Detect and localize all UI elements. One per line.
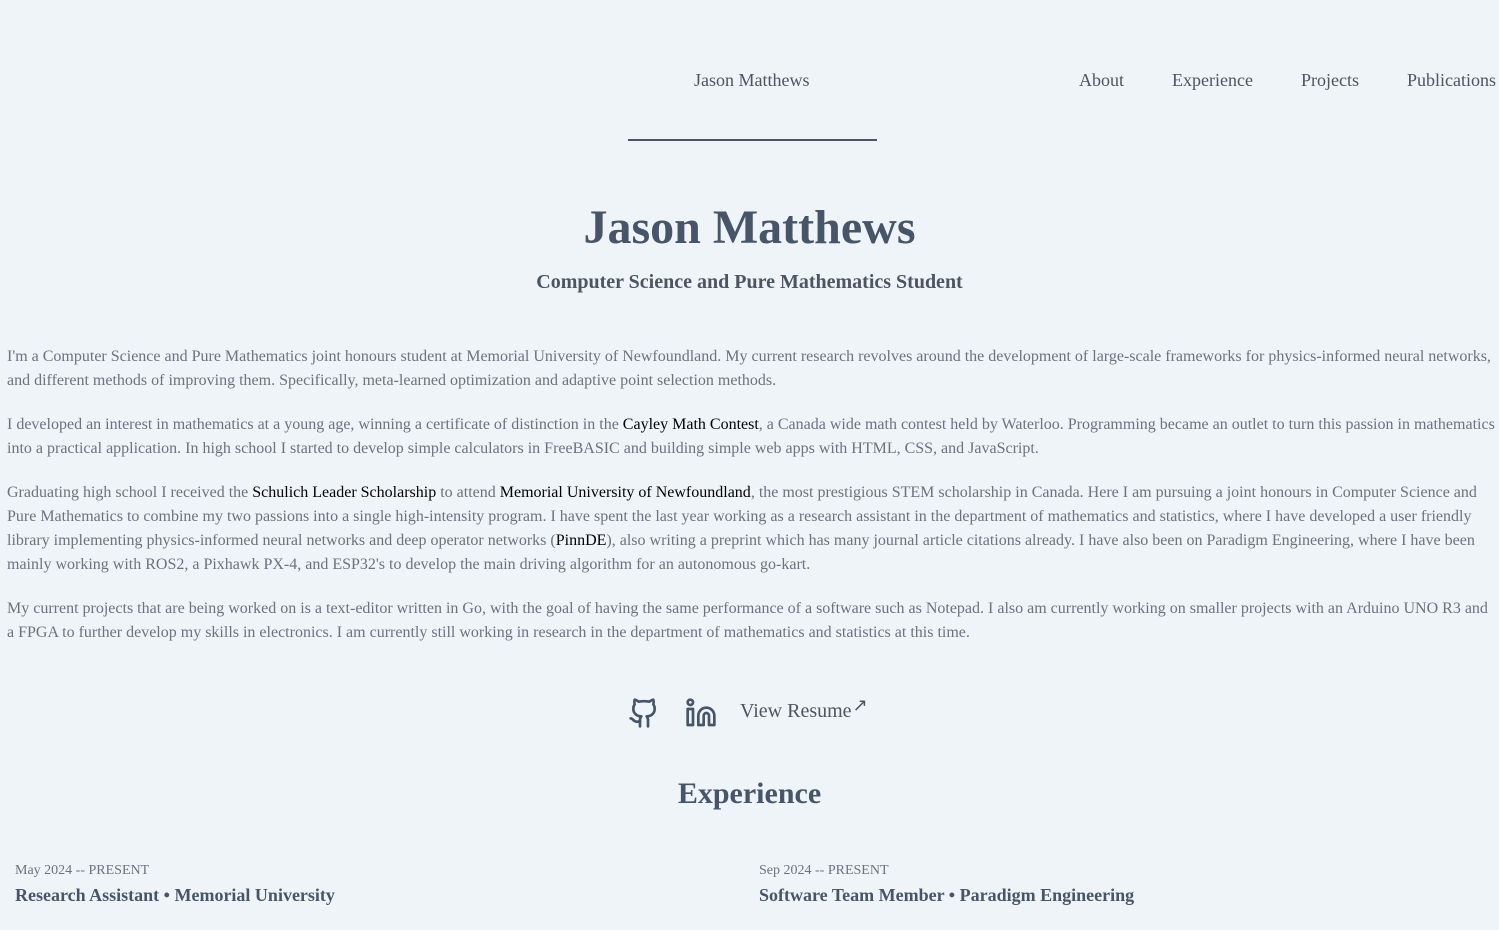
memorial-university-link[interactable]: Memorial University of Newfoundland [500,484,751,501]
social-links: View Resume↗ [628,695,868,731]
nav-link-about[interactable]: About [1079,70,1124,91]
experience-card: May 2024 -- PRESENT Research Assistant •… [15,862,335,906]
about-paragraph-2: I developed an interest in mathematics a… [7,413,1497,461]
nav-link-publications[interactable]: Publications [1407,70,1496,91]
about-text: I developed an interest in mathematics a… [7,416,623,433]
github-icon[interactable] [628,695,660,731]
nav-brand[interactable]: Jason Matthews [694,70,810,91]
about-text: to attend [436,484,500,501]
about-section: I'm a Computer Science and Pure Mathemat… [7,345,1497,665]
pinnde-link[interactable]: PinnDE [556,532,607,549]
external-arrow-icon: ↗ [852,694,868,716]
cayley-contest-link[interactable]: Cayley Math Contest [623,416,759,433]
about-paragraph-3: Graduating high school I received the Sc… [7,481,1497,577]
view-resume-label: View Resume [740,699,852,722]
about-text: Graduating high school I received the [7,484,253,501]
schulich-scholarship-link[interactable]: Schulich Leader Scholarship [252,484,436,501]
experience-card: Sep 2024 -- PRESENT Software Team Member… [759,862,1134,906]
top-nav: Jason Matthews About Experience Projects… [0,70,1499,94]
experience-heading: Experience [677,777,822,810]
header-divider [628,139,877,141]
about-paragraph-1: I'm a Computer Science and Pure Mathemat… [7,348,1491,389]
hero-subtitle: Computer Science and Pure Mathematics St… [536,271,963,293]
experience-role: Software Team Member • Paradigm Engineer… [759,885,1135,905]
experience-date: Sep 2024 -- PRESENT [759,863,889,878]
linkedin-icon[interactable] [685,695,717,731]
experience-date: May 2024 -- PRESENT [15,863,150,878]
nav-link-projects[interactable]: Projects [1301,70,1359,91]
experience-role: Research Assistant • Memorial University [15,885,335,905]
about-paragraph-4: My current projects that are being worke… [7,600,1488,641]
nav-link-experience[interactable]: Experience [1172,70,1253,91]
nav-links: About Experience Projects Publications [1079,70,1496,91]
hero-name: Jason Matthews [583,201,916,254]
view-resume-link[interactable]: View Resume↗ [740,695,868,723]
